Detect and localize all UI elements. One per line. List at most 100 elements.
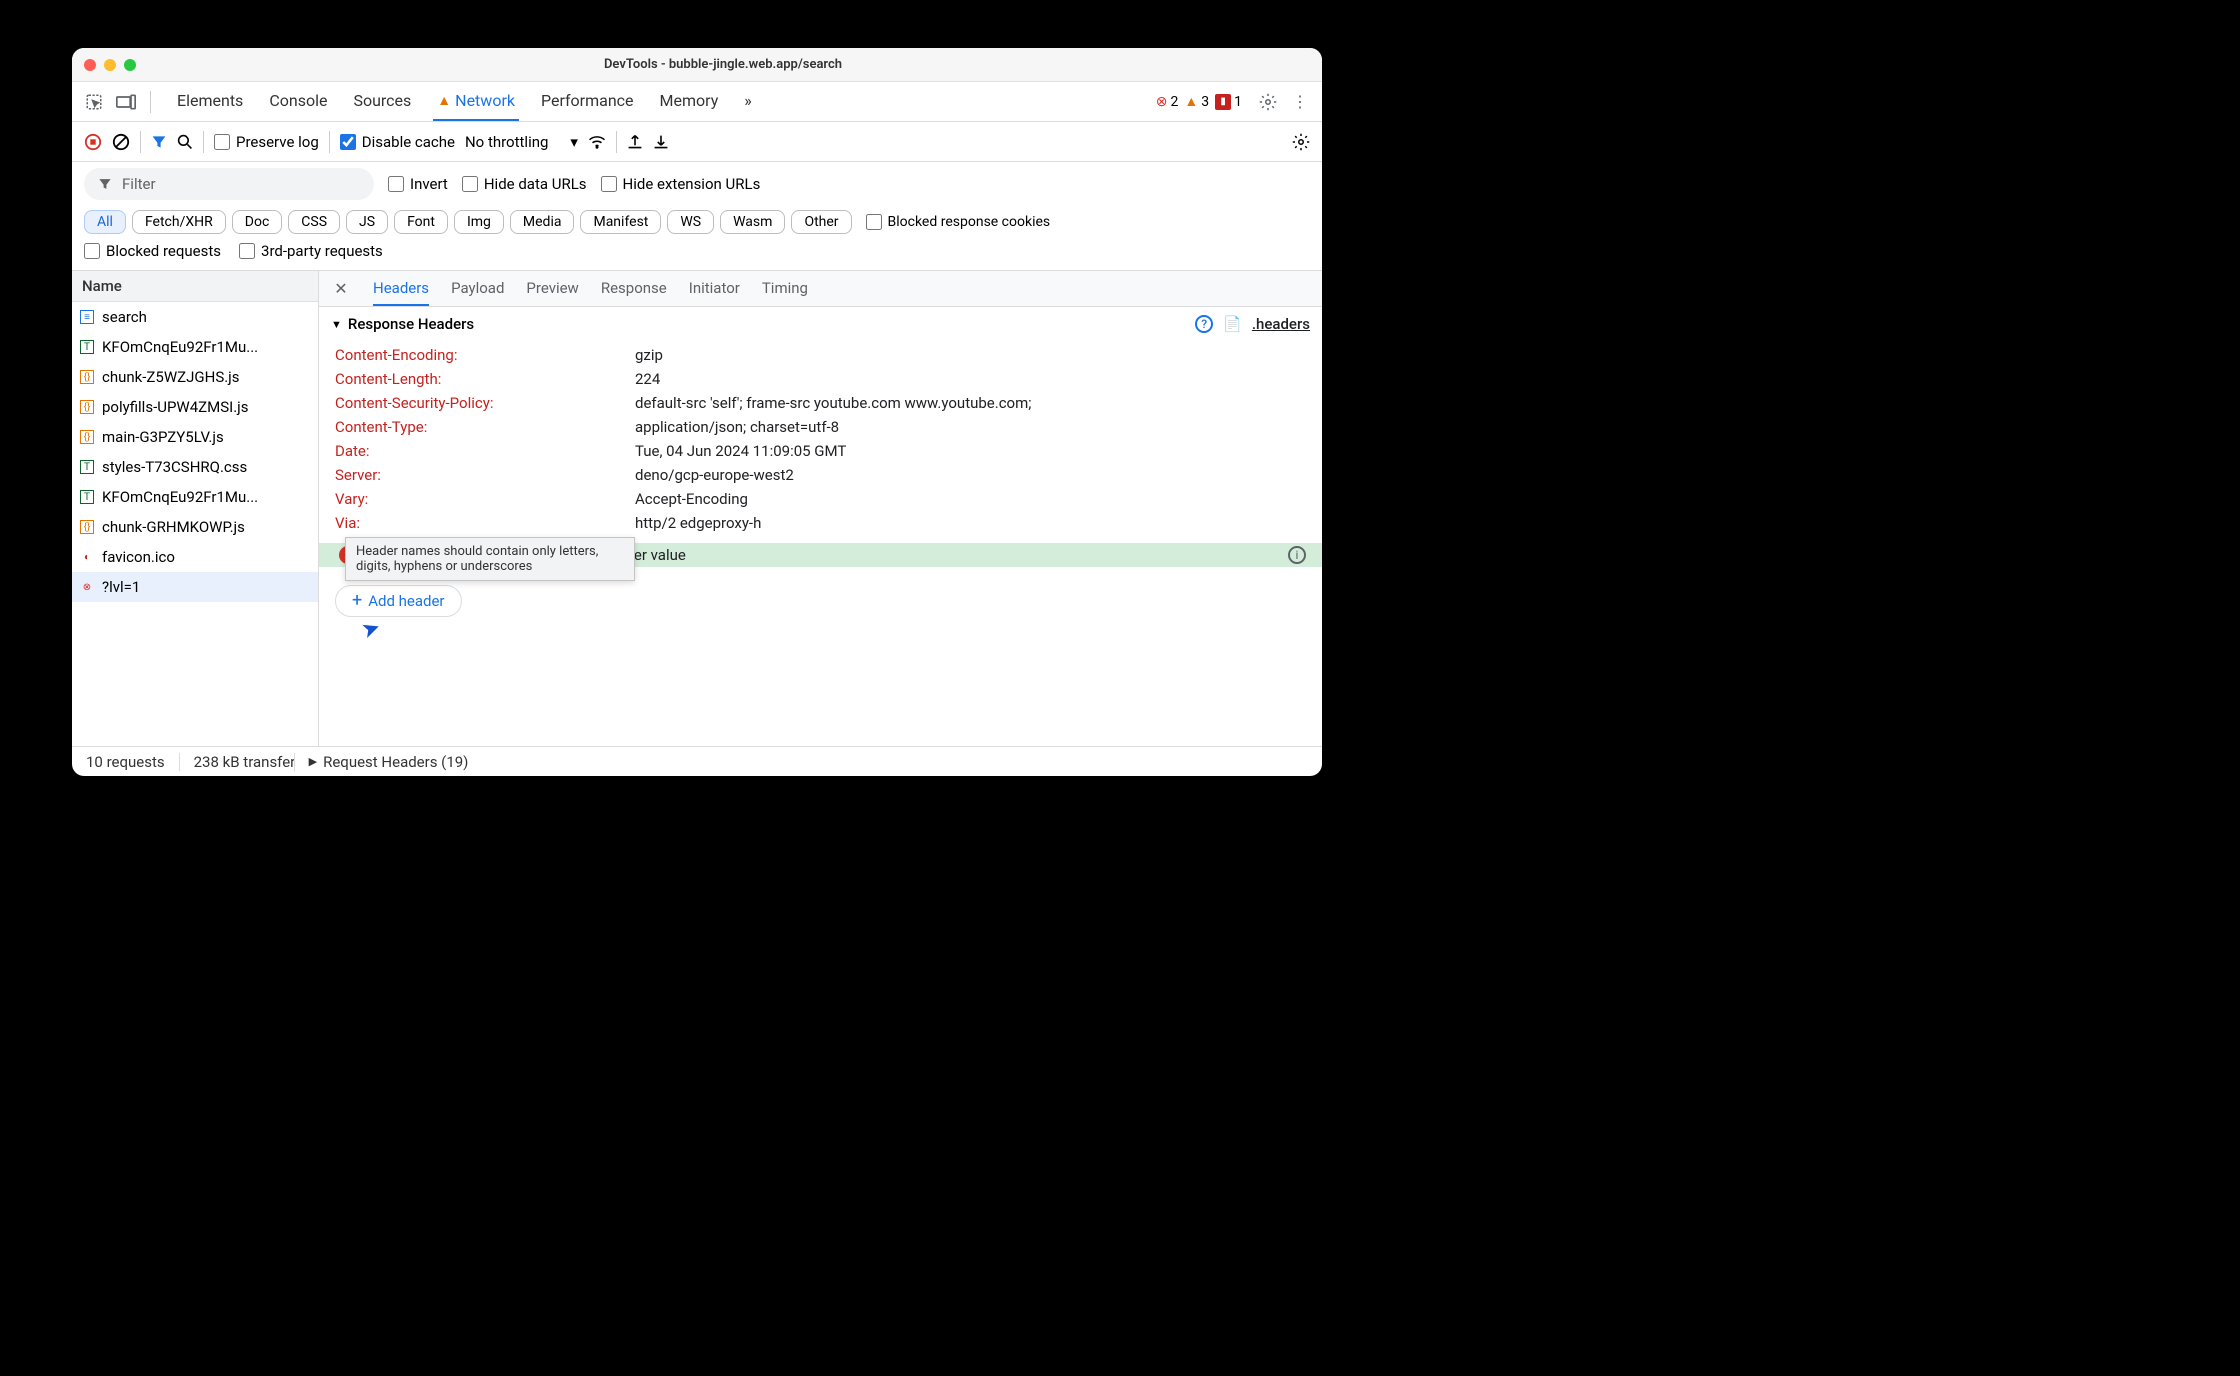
request-name: polyfills-UPW4ZMSI.js [102,398,249,416]
tab-performance[interactable]: Performance [537,82,638,121]
name-column-header[interactable]: Name [72,271,318,302]
response-headers-section[interactable]: ▼ Response Headers ? 📄 .headers [319,307,1322,341]
titlebar: DevTools - bubble-jingle.web.app/search [72,48,1322,82]
request-name: chunk-GRHMKOWP.js [102,518,245,536]
chip-font[interactable]: Font [394,210,448,234]
request-headers-section[interactable]: ▶Request Headers (19) [295,753,483,771]
close-icon[interactable]: ✕ [331,279,351,298]
settings-icon[interactable] [1254,88,1282,116]
preserve-log-checkbox[interactable]: Preserve log [214,133,319,151]
invert-checkbox[interactable]: Invert [388,175,448,193]
header-name: Content-Length: [335,370,635,388]
info-icon[interactable]: i [1288,546,1306,564]
download-icon[interactable] [653,134,669,150]
chip-media[interactable]: Media [510,210,575,234]
header-row: Server:deno/gcp-europe-west2 [335,463,1322,487]
tab-headers[interactable]: Headers [373,271,429,306]
window-fullscreen-button[interactable] [124,59,136,71]
tab-timing[interactable]: Timing [762,271,808,306]
network-toolbar: Preserve log Disable cache No throttling… [72,122,1322,162]
main-tab-strip: Elements Console Sources ▲Network Perfor… [72,82,1322,122]
request-list-item[interactable]: Tstyles-T73CSHRQ.css [72,452,318,482]
chip-js[interactable]: JS [346,210,388,234]
search-icon[interactable] [177,134,193,150]
tab-preview[interactable]: Preview [526,271,578,306]
chip-img[interactable]: Img [454,210,504,234]
file-type-icon: {} [80,520,94,534]
tab-console[interactable]: Console [265,82,331,121]
window-close-button[interactable] [84,59,96,71]
clear-icon[interactable] [112,133,130,151]
chip-wasm[interactable]: Wasm [720,210,785,234]
chip-other[interactable]: Other [791,210,851,234]
filter-input[interactable]: Filter [84,168,374,200]
tab-network[interactable]: ▲Network [433,82,519,121]
request-name: chunk-Z5WZJGHS.js [102,368,240,386]
tab-more[interactable]: » [740,82,756,121]
file-type-icon: {} [80,430,94,444]
request-list-item[interactable]: ◐ favicon.ico [72,542,318,572]
violation-icon: ▮ [1215,94,1231,110]
tab-sources[interactable]: Sources [349,82,415,121]
tab-initiator[interactable]: Initiator [689,271,740,306]
request-list-item[interactable]: {} chunk-GRHMKOWP.js [72,512,318,542]
header-row: Vary:Accept-Encoding [335,487,1322,511]
warning-icon: ▲ [437,92,451,109]
request-list-item[interactable]: {}main-G3PZY5LV.js [72,422,318,452]
add-header-button[interactable]: +Add header [335,585,462,617]
hide-extension-urls-checkbox[interactable]: Hide extension URLs [601,175,761,193]
chip-css[interactable]: CSS [288,210,340,234]
header-value: Tue, 04 Jun 2024 11:09:05 GMT [635,442,846,460]
chip-doc[interactable]: Doc [232,210,283,234]
disable-cache-checkbox[interactable]: Disable cache [340,133,455,151]
window-minimize-button[interactable] [104,59,116,71]
request-list-item[interactable]: TKFOmCnqEu92Fr1Mu... [72,482,318,512]
chip-all[interactable]: All [84,210,126,234]
request-name: ?lvl=1 [102,578,140,596]
blocked-cookies-checkbox[interactable]: Blocked response cookies [866,214,1051,230]
throttling-select[interactable]: No throttling▾ [465,133,578,151]
filter-toggle-icon[interactable] [151,134,167,150]
chip-manifest[interactable]: Manifest [580,210,661,234]
chip-ws[interactable]: WS [667,210,714,234]
third-party-requests-checkbox[interactable]: 3rd-party requests [239,242,383,260]
request-name: favicon.ico [102,548,175,566]
inspect-icon[interactable] [80,88,108,116]
file-type-icon: ◐ [80,550,94,564]
header-name: Content-Type: [335,418,635,436]
blocked-requests-checkbox[interactable]: Blocked requests [84,242,221,260]
file-icon: 📄 [1223,315,1242,333]
tab-payload[interactable]: Payload [451,271,504,306]
record-icon[interactable] [84,133,102,151]
warning-count: 3 [1201,94,1209,110]
panel-settings-icon[interactable] [1292,133,1310,151]
request-list-item[interactable]: {}chunk-Z5WZJGHS.js [72,362,318,392]
hide-data-urls-checkbox[interactable]: Hide data URLs [462,175,587,193]
request-count: 10 requests [72,753,180,771]
tab-elements[interactable]: Elements [173,82,247,121]
request-list-item[interactable]: {} polyfills-UPW4ZMSI.js [72,392,318,422]
chip-fetch-xhr[interactable]: Fetch/XHR [132,210,226,234]
tab-response[interactable]: Response [601,271,667,306]
file-type-icon: ⊗ [80,580,94,594]
request-list-item[interactable]: ≡search [72,302,318,332]
detail-tabs: ✕ Headers Payload Preview Response Initi… [319,271,1322,307]
header-row: Content-Length:224 [335,367,1322,391]
request-list-item[interactable]: TKFOmCnqEu92Fr1Mu... [72,332,318,362]
tab-memory[interactable]: Memory [656,82,723,121]
upload-icon[interactable] [627,134,643,150]
help-icon[interactable]: ? [1195,315,1213,333]
wifi-icon[interactable] [588,135,606,149]
request-name: KFOmCnqEu92Fr1Mu... [102,338,258,356]
file-type-icon: {} [80,400,94,414]
kebab-menu-icon[interactable]: ⋮ [1286,88,1314,116]
error-icon: ⊗ [1156,94,1168,110]
status-bar: 10 requests 238 kB transferred ▶Request … [72,746,1322,776]
headers-source-link[interactable]: .headers [1252,315,1310,333]
request-list-item[interactable]: ⊗ ?lvl=1 [72,572,318,602]
header-name: Server: [335,466,635,484]
funnel-icon [98,177,112,191]
request-list-sidebar: Name ≡searchTKFOmCnqEu92Fr1Mu...{}chunk-… [72,271,319,746]
device-toggle-icon[interactable] [112,88,140,116]
header-row: Content-Security-Policy:default-src 'sel… [335,391,1322,415]
